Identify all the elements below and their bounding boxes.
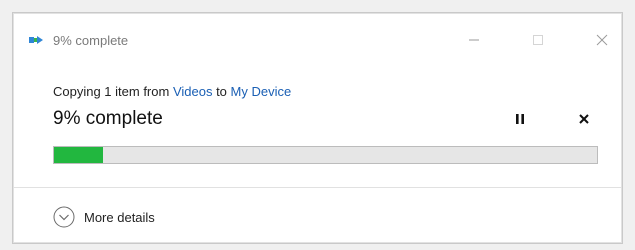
copy-progress-dialog: 9% complete Copying 1 item from Videos t… (12, 12, 623, 244)
progress-bar (53, 146, 598, 164)
close-icon (596, 34, 608, 46)
maximize-icon (533, 35, 543, 45)
chevron-down-circle-icon (53, 206, 75, 228)
close-button[interactable] (587, 25, 617, 55)
destination-link[interactable]: My Device (231, 84, 292, 99)
cancel-icon (579, 114, 589, 124)
more-details-toggle[interactable]: More details (53, 205, 155, 229)
cancel-button[interactable] (574, 109, 594, 129)
progress-status: 9% complete (53, 108, 163, 129)
source-link[interactable]: Videos (173, 84, 213, 99)
title-bar: 9% complete (13, 13, 622, 53)
footer-divider (13, 187, 622, 188)
copy-connector-text: to (212, 84, 231, 99)
window-title: 9% complete (53, 33, 129, 48)
file-copy-app-icon (29, 36, 43, 44)
pause-icon (516, 114, 524, 124)
pause-button[interactable] (510, 109, 530, 129)
more-details-label: More details (84, 209, 155, 225)
copy-prefix-text: Copying 1 item from (53, 84, 173, 99)
minimize-icon (469, 39, 479, 41)
minimize-button[interactable] (459, 25, 489, 55)
maximize-button[interactable] (523, 25, 553, 55)
copy-description: Copying 1 item from Videos to My Device (53, 83, 291, 101)
progress-bar-fill (54, 147, 103, 163)
